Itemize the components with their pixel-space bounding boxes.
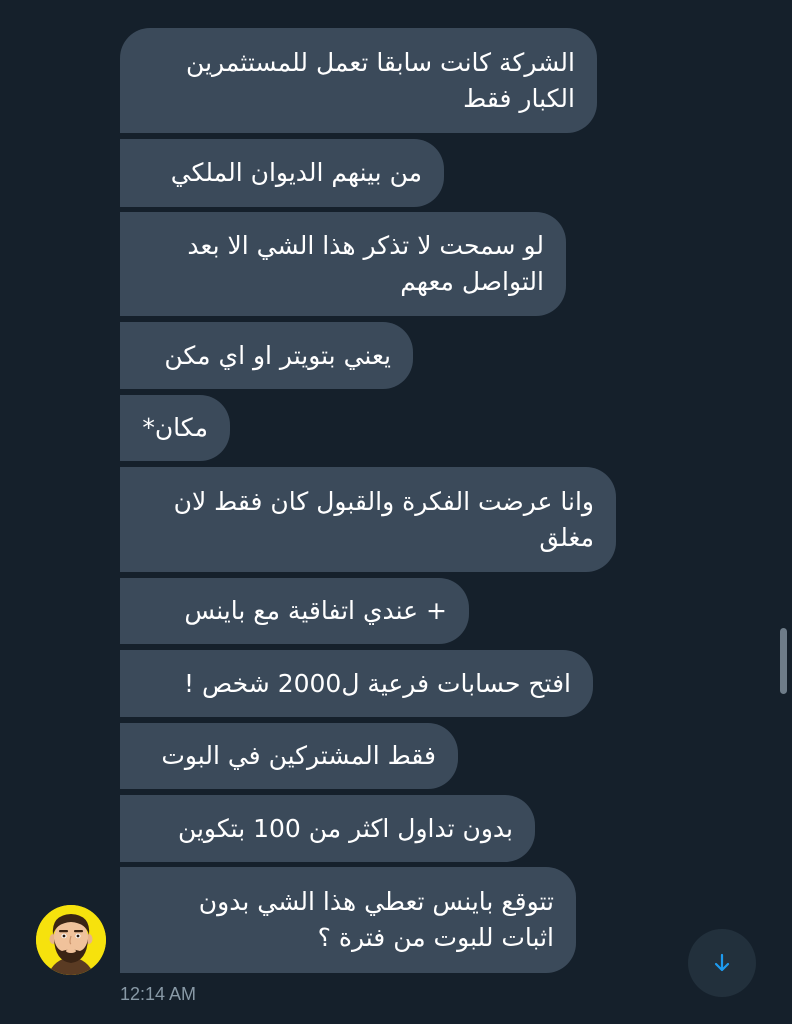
message-thread: الشركة كانت سابقا تعمل للمستثمرين الكبار… (0, 0, 792, 1024)
scrollbar-thumb[interactable] (780, 628, 787, 694)
message-text: مكان* (142, 413, 208, 442)
message-bubble[interactable]: تتوقع باينس تعطي هذا الشي بدون اثبات للب… (120, 867, 576, 973)
message-text: + عندي اتفاقية مع باينس (184, 596, 447, 625)
message-text: اثبات للبوت من فترة ؟ (317, 923, 554, 952)
scroll-to-bottom-button[interactable] (688, 929, 756, 997)
message-bubble[interactable]: مكان* (120, 395, 230, 461)
message-bubble[interactable]: بدون تداول اكثر من 100 بتكوين (120, 795, 535, 862)
message-text: يعني بتويتر او اي مكن (164, 340, 391, 370)
message-text: بدون تداول اكثر من 100 بتكوين (177, 813, 513, 843)
message-text: الكبار فقط (463, 83, 575, 113)
message-text: مغلق (539, 522, 594, 552)
message-text: الشركة كانت سابقا تعمل للمستثمرين (186, 47, 575, 77)
arrow-down-icon (714, 953, 730, 972)
bearded-man-avatar-icon (36, 905, 106, 975)
message-text: التواصل معهم (400, 267, 544, 296)
message-bubble[interactable]: + عندي اتفاقية مع باينس (120, 578, 469, 644)
message-bubble[interactable]: وانا عرضت الفكرة والقبول كان فقط لان مغل… (120, 467, 616, 572)
message-text: افتح حسابات فرعية ل2000 شخص ! (184, 668, 571, 698)
message-bubble[interactable]: من بينهم الديوان الملكي (120, 139, 444, 207)
message-text: من بينهم الديوان الملكي (170, 158, 422, 187)
message-bubble[interactable]: الشركة كانت سابقا تعمل للمستثمرين الكبار… (120, 28, 597, 133)
message-bubble[interactable]: فقط المشتركين في البوت (120, 723, 458, 789)
message-text: فقط المشتركين في البوت (161, 741, 436, 770)
message-text: وانا عرضت الفكرة والقبول كان فقط لان (173, 486, 594, 516)
message-text: لو سمحت لا تذكر هذا الشي الا بعد (187, 231, 544, 260)
message-bubble[interactable]: لو سمحت لا تذكر هذا الشي الا بعد التواصل… (120, 212, 566, 316)
message-bubble[interactable]: يعني بتويتر او اي مكن (120, 322, 413, 389)
message-text: تتوقع باينس تعطي هذا الشي بدون (198, 887, 554, 916)
avatar[interactable] (36, 905, 106, 975)
message-timestamp: 12:14 AM (120, 984, 197, 1004)
message-bubble[interactable]: افتح حسابات فرعية ل2000 شخص ! (120, 650, 593, 717)
